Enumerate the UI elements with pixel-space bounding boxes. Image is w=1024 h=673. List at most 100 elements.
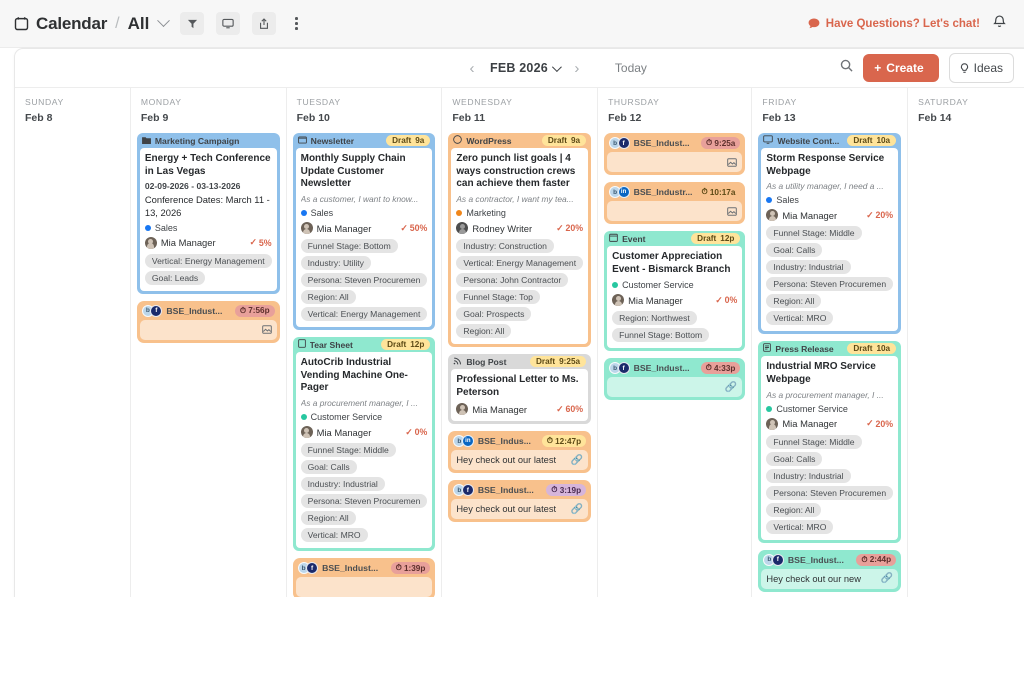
content-card[interactable]: Website Cont... Draft 10a Storm Response… [758,133,902,335]
tag: Goal: Prospects [456,307,532,322]
social-post-card[interactable]: b in BSE_Indus... ⏱ 12:47p Hey check out… [448,431,592,474]
status-badge: Draft 12p [691,233,741,244]
month-selector[interactable]: FEB 2026 [490,61,562,75]
social-post-card[interactable]: b f BSE_Indust... ⏱ 1:39p [292,558,436,601]
social-post-card[interactable]: b f BSE_Indust... ⏱ 3:19p Hey check out … [448,480,592,523]
social-card-header: b f BSE_Indust... ⏱ 7:56p [140,304,277,320]
scope-selector-label[interactable]: All [128,14,150,34]
social-card-header: b f BSE_Indust... ⏱ 9:25a [607,136,742,152]
calendar-toolbar: ‹ FEB 2026 › Today + Create Ideas [15,49,1024,87]
content-card[interactable]: Event Draft 12p Customer Appreciation Ev… [604,231,746,352]
time-label: 7:56p [248,306,270,316]
bell-icon[interactable] [993,14,1006,33]
card-header: Newsletter Draft 9a [293,133,436,148]
progress-value: 0% [724,295,738,306]
content-card[interactable]: Tear Sheet Draft 12p AutoCrib Industrial… [292,337,436,552]
viewport-cutoff-mask [0,597,1024,673]
today-button[interactable]: Today [615,61,647,75]
card-category: Customer Service [612,280,737,290]
social-post-card[interactable]: b f BSE_Indust... ⏱ 2:44p Hey check out … [758,549,902,592]
check-icon: ✓ [249,237,257,248]
card-subtitle: As a contractor, I want my tea... [456,194,574,205]
card-body: Storm Response Service Webpage As a util… [761,148,899,332]
status-time: 9a [570,136,581,145]
card-header: Event Draft 12p [604,231,745,246]
day-column-sunday[interactable]: SUNDAY Feb 8 [15,88,131,647]
card-owner: Mia Manager ✓ 20% [766,209,893,222]
top-bar: Calendar / All Have Questions? Let's cha… [0,0,1024,48]
kebab-menu-icon[interactable] [288,17,304,30]
network-icons: b f [763,553,784,566]
calendar-panel: ‹ FEB 2026 › Today + Create Ideas SUNDAY… [14,48,1024,673]
content-card[interactable]: Marketing Campaign Energy + Tech Confere… [136,133,280,294]
card-subtitle: As a procurement manager, I ... [300,398,418,409]
card-type-label: Marketing Campaign [154,135,240,146]
progress-value: 20% [565,223,584,234]
card-header: Press Release Draft 10a [758,341,901,356]
progress-badge: ✓ 20% [556,223,583,234]
card-tags: Funnel Stage: Middle Goal: Calls Industr… [766,226,894,326]
share-icon[interactable] [252,12,277,35]
tearsheet-icon [297,339,306,350]
social-account-name: BSE_Indust... [477,485,534,496]
network-icons: b f [609,137,630,149]
owner-name: Mia Manager [782,418,838,430]
chevron-down-icon[interactable] [157,14,171,28]
social-post-card[interactable]: b f BSE_Indust... ⏱ 7:56p [136,300,280,343]
status-badge: Draft 10a [847,343,897,355]
prev-month-button[interactable]: ‹ [465,60,479,77]
check-icon: ✓ [556,403,564,414]
day-column-monday[interactable]: MONDAY Feb 9 Marketing Campaign Energy +… [131,88,287,647]
social-post-card[interactable]: b f BSE_Indust... ⏱ 9:25a [604,133,746,175]
search-icon[interactable] [840,59,853,77]
card-owner: Rodney Writer ✓ 20% [456,222,583,235]
display-icon[interactable] [216,12,241,35]
filter-icon[interactable] [180,12,205,35]
time-badge: ⏱ 1:39p [390,562,431,575]
card-body: Energy + Tech Conference in Las Vegas 02… [139,148,277,291]
card-body: Zero punch list goals | 4 ways construct… [451,148,589,345]
ideas-button[interactable]: Ideas [948,53,1014,83]
category-dot-icon [144,224,151,231]
tag: Goal: Leads [144,270,206,285]
content-card[interactable]: Newsletter Draft 9a Monthly Supply Chain… [292,133,436,331]
category-dot-icon [766,197,773,204]
next-month-button[interactable]: › [570,60,584,77]
social-post-card[interactable]: b f BSE_Indust... ⏱ 4:33p 🔗 [604,358,746,401]
card-header: Marketing Campaign [137,133,280,148]
status-label: Draft [853,344,873,354]
link-icon: 🔗 [724,381,738,393]
category-label: Marketing [466,208,506,219]
chevron-down-icon [551,61,562,72]
social-post-text: Hey check out our latest [456,504,557,515]
progress-badge: ✓ 5% [250,237,272,248]
avatar [300,222,313,235]
social-post-card[interactable]: b in BSE_Industr... ⏱ 10:17a [604,182,746,224]
create-button[interactable]: + Create [863,54,939,82]
chat-link[interactable]: Have Questions? Let's chat! [808,18,980,30]
social-card-header: b in BSE_Indus... ⏱ 12:47p [451,434,588,450]
time-label: 4:33p [713,363,736,373]
social-card-header: b f BSE_Indust... ⏱ 3:19p [451,483,588,499]
avatar [456,403,469,416]
card-owner: Mia Manager ✓ 5% [144,236,272,249]
image-icon [261,325,272,335]
day-events: Website Cont... Draft 10a Storm Response… [758,133,902,592]
day-column-saturday[interactable]: SATURDAY Feb 14 [908,88,1024,647]
facebook-icon: f [461,484,474,497]
social-card-body: Hey check out our latest 🔗 [451,499,589,520]
day-column-tuesday[interactable]: TUESDAY Feb 10 Newsletter Draft 9a Month… [287,88,443,647]
day-column-thursday[interactable]: THURSDAY Feb 12 b f BSE_Indust... ⏱ 9:25… [598,88,753,647]
day-column-friday[interactable]: FRIDAY Feb 13 Website Cont... Draft 10a [752,88,909,647]
day-column-wednesday[interactable]: WEDNESDAY Feb 11 WordPress Draft 9a Zero… [442,88,599,647]
content-card[interactable]: Blog Post Draft 9:25a Professional Lette… [448,354,592,425]
owner-name: Mia Manager [628,294,683,306]
content-card[interactable]: Press Release Draft 10a Industrial MRO S… [758,341,902,543]
owner-name: Mia Manager [782,209,838,221]
social-card-body [295,577,433,598]
day-of-week-label: MONDAY [140,97,182,107]
social-account-name: BSE_Indust... [633,138,690,148]
day-events: Marketing Campaign Energy + Tech Confere… [136,133,280,343]
content-card[interactable]: WordPress Draft 9a Zero punch list goals… [448,133,592,348]
day-of-week-label: SUNDAY [25,97,64,107]
